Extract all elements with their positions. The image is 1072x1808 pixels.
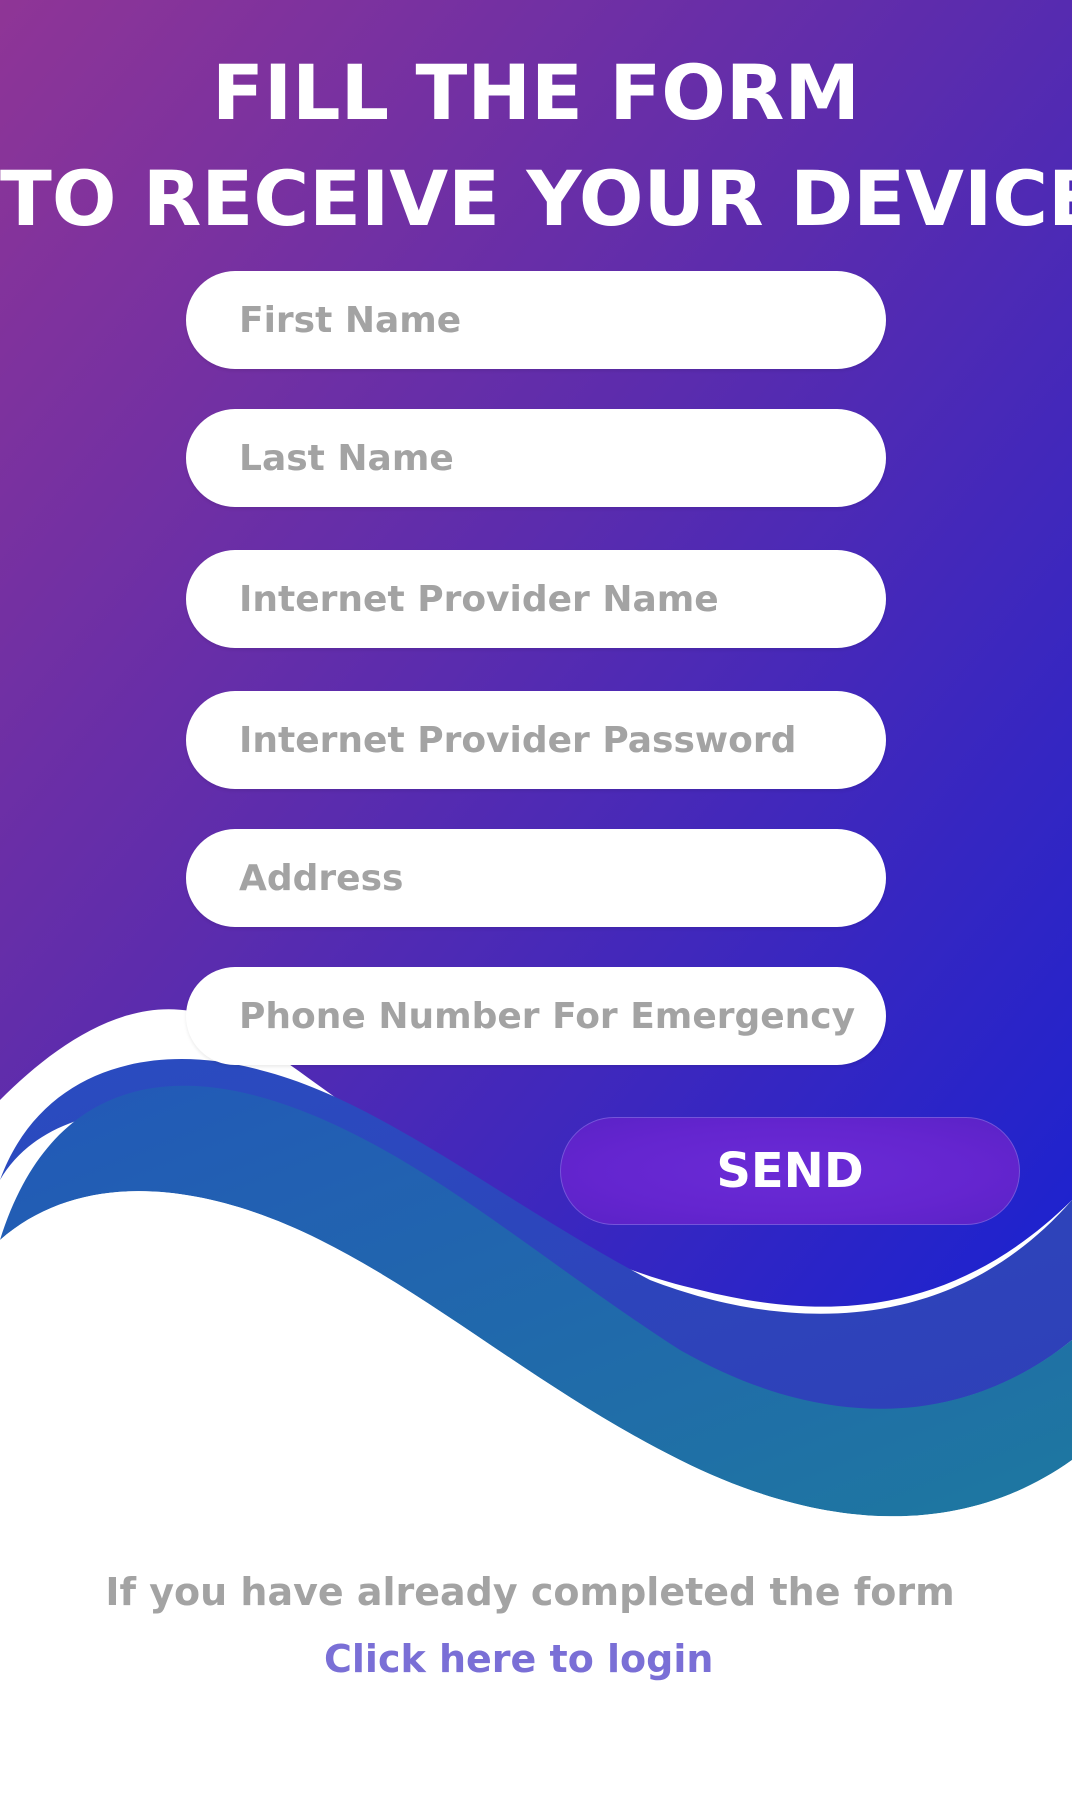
internet-provider-name-input[interactable] xyxy=(186,550,886,648)
title-line-1: FILL THE FORM xyxy=(211,48,860,137)
page-title: FILL THE FORM TO RECEIVE YOUR DEVICE xyxy=(0,40,1072,252)
already-completed-note: If you have already completed the form xyxy=(105,1570,955,1614)
login-link[interactable]: Click here to login xyxy=(324,1637,713,1681)
send-button[interactable]: SEND xyxy=(560,1117,1020,1225)
internet-provider-password-input[interactable] xyxy=(186,691,886,789)
emergency-phone-input[interactable] xyxy=(186,967,886,1065)
title-line-2: TO RECEIVE YOUR DEVICE xyxy=(0,154,1072,243)
address-input[interactable] xyxy=(186,829,886,927)
first-name-input[interactable] xyxy=(186,271,886,369)
last-name-input[interactable] xyxy=(186,409,886,507)
